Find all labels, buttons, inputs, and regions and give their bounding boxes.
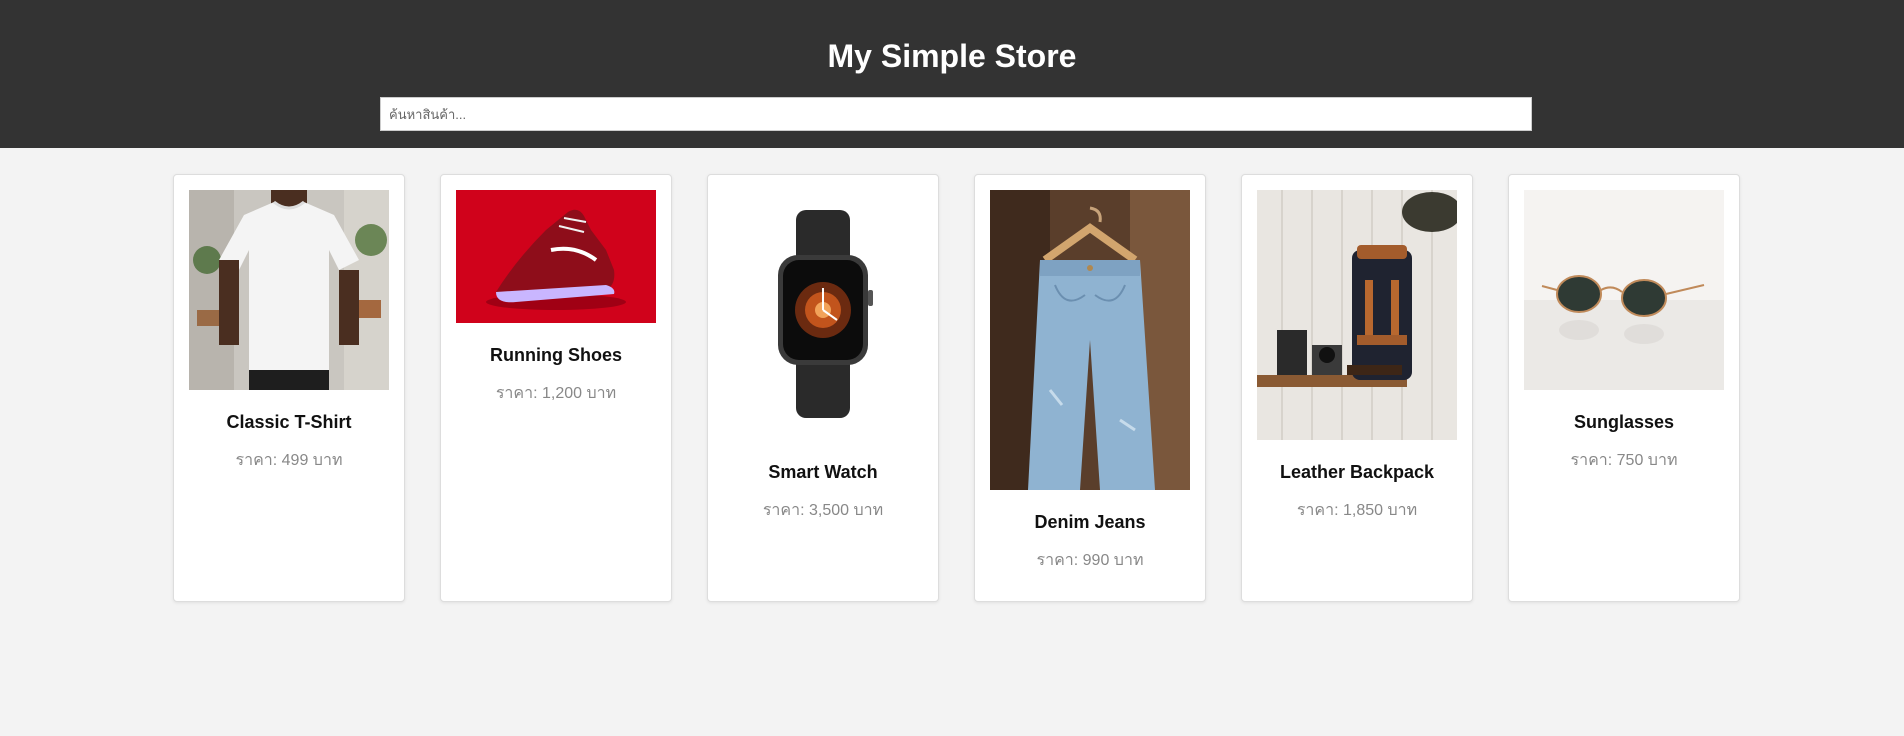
product-card[interactable]: Classic T-Shirt ราคา: 499 บาท: [173, 174, 405, 602]
site-title: My Simple Store: [827, 38, 1077, 74]
product-name: Denim Jeans: [1034, 512, 1146, 532]
sunglasses-image[interactable]: [1524, 190, 1724, 390]
product-price: ราคา: 1,850 บาท: [1296, 502, 1418, 519]
product-name: Running Shoes: [490, 345, 622, 365]
product-card[interactable]: Denim Jeans ราคา: 990 บาท: [974, 174, 1206, 602]
product-price: ราคา: 750 บาท: [1570, 452, 1678, 469]
product-name: Classic T-Shirt: [226, 412, 352, 432]
product-card[interactable]: Running Shoes ราคา: 1,200 บาท: [440, 174, 672, 602]
product-price: ราคา: 3,500 บาท: [762, 502, 884, 519]
product-name: Smart Watch: [768, 462, 878, 482]
product-price: ราคา: 1,200 บาท: [495, 385, 617, 402]
site-header: My Simple Store: [0, 0, 1904, 148]
watch-image[interactable]: [723, 190, 923, 440]
product-card[interactable]: Smart Watch ราคา: 3,500 บาท: [707, 174, 939, 602]
product-grid: Classic T-Shirt ราคา: 499 บาท Running Sh…: [173, 174, 1740, 602]
search-input[interactable]: [380, 97, 1532, 131]
product-card[interactable]: Sunglasses ราคา: 750 บาท: [1508, 174, 1740, 602]
product-name: Leather Backpack: [1279, 462, 1435, 482]
product-card[interactable]: Leather Backpack ราคา: 1,850 บาท: [1241, 174, 1473, 602]
backpack-image[interactable]: [1257, 190, 1457, 440]
product-price: ราคา: 990 บาท: [1036, 552, 1144, 569]
tshirt-image[interactable]: [189, 190, 389, 390]
product-price: ราคา: 499 บาท: [235, 452, 343, 469]
shoe-image[interactable]: [456, 190, 656, 323]
jeans-image[interactable]: [990, 190, 1190, 490]
product-name: Sunglasses: [1573, 412, 1675, 432]
